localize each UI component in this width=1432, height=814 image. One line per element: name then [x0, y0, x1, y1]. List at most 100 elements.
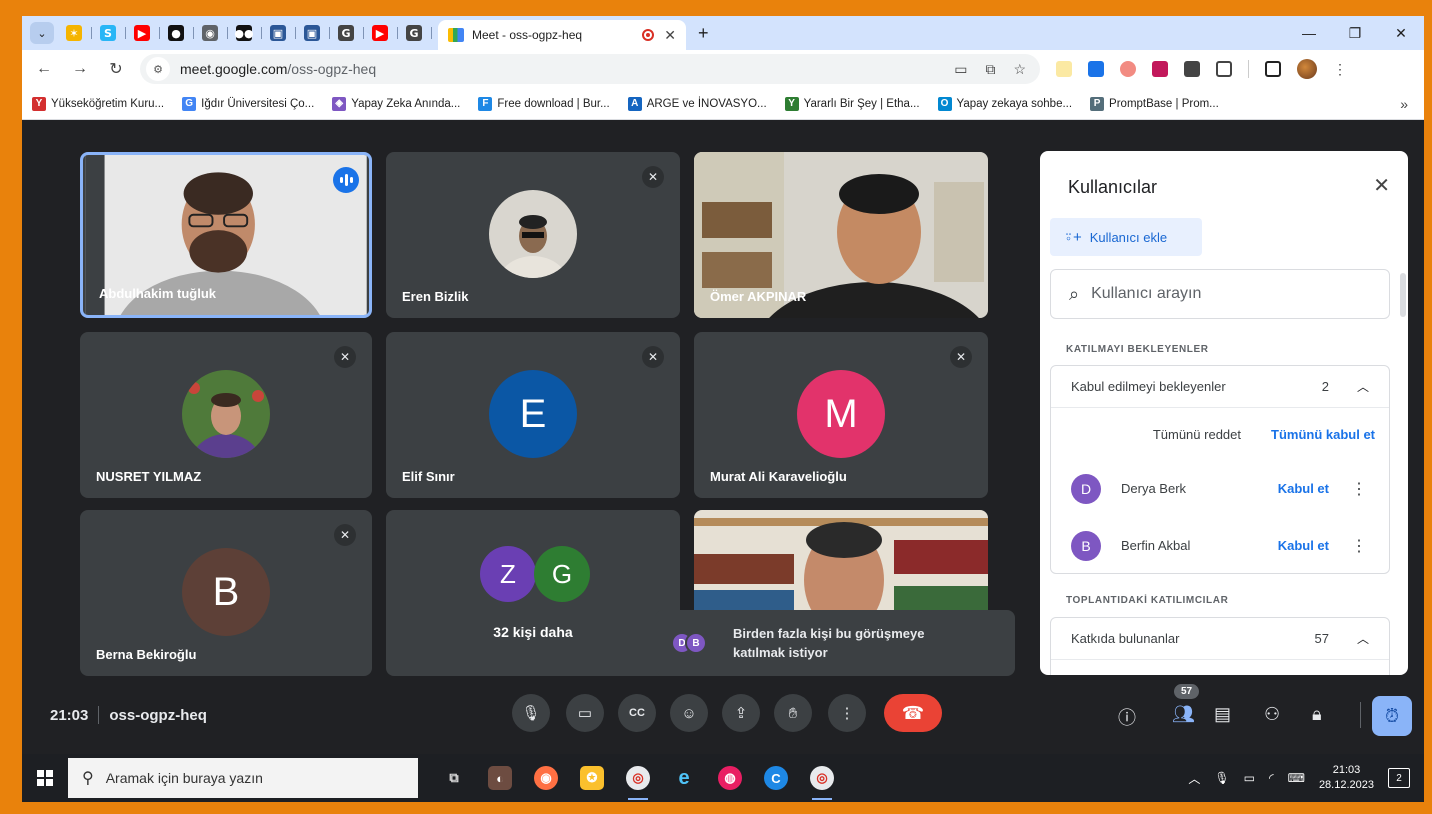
pinned-tab[interactable]: ▣ — [298, 22, 330, 44]
chrome-profile-icon[interactable]: ◎ — [810, 766, 834, 800]
forward-icon[interactable]: → — [66, 60, 94, 78]
canva-icon[interactable]: C — [764, 766, 788, 790]
pinned-tab[interactable]: ✶ — [60, 22, 92, 44]
present-screen-button[interactable]: ⇪ — [722, 694, 760, 732]
browser-menu-icon[interactable]: ⋮ — [1333, 61, 1347, 77]
back-icon[interactable]: ← — [30, 60, 58, 78]
battery-icon[interactable]: ▭ — [1244, 771, 1255, 785]
chrome-icon[interactable]: ◎ — [626, 766, 650, 800]
participant-tile[interactable]: ✕ NUSRET YILMAZ — [80, 332, 372, 498]
medal-icon[interactable]: ✪ — [580, 766, 604, 790]
close-window-button[interactable]: ✕ — [1378, 25, 1424, 42]
more-participants-tile[interactable]: Z G 32 kişi daha — [386, 510, 680, 676]
edge-icon[interactable]: e — [672, 766, 696, 790]
participant-tile[interactable]: M ✕ Murat Ali Karavelioğlu — [694, 332, 988, 498]
admit-button[interactable]: Kabul et — [1278, 481, 1329, 496]
bookmark-item[interactable]: Y Yükseköğretim Kuru... — [32, 96, 164, 111]
accept-all-button[interactable]: Tümünü kabul et — [1271, 427, 1375, 442]
more-options-icon[interactable]: ⋮ — [1351, 536, 1367, 556]
taskbar-search-input[interactable]: ⚲ Aramak için buraya yazın — [68, 758, 418, 798]
pinned-tab[interactable]: G — [332, 22, 364, 44]
microphone-tray-icon[interactable]: 🎙︎ — [1214, 771, 1229, 785]
participant-tile[interactable]: Ömer AKPINAR — [694, 152, 988, 318]
bookmark-item[interactable]: A ARGE ve İNOVASYO... — [627, 96, 767, 111]
firefox-icon[interactable]: ◉ — [534, 766, 558, 790]
pinned-tab[interactable]: S — [94, 22, 126, 44]
wifi-icon[interactable]: ◜ — [1269, 771, 1274, 785]
puzzle-icon[interactable] — [1216, 61, 1232, 77]
new-tab-button[interactable]: + — [698, 23, 709, 44]
app-avatar-icon[interactable]: ◐ — [488, 766, 512, 790]
keyboard-icon[interactable]: ⌨ — [1288, 771, 1305, 785]
bookmark-item[interactable]: ◈ Yapay Zeka Anında... — [332, 96, 460, 111]
open-in-new-icon[interactable]: ⧉ — [985, 61, 995, 78]
screen-extension-icon[interactable] — [1088, 61, 1104, 77]
participant-tile[interactable]: ✕ Eren Bizlik — [386, 152, 680, 318]
yellow-star-icon: ✶ — [66, 25, 82, 41]
pinned-tab[interactable]: ●● — [230, 22, 262, 44]
people-search-input[interactable]: ⌕ Kullanıcı arayın — [1050, 269, 1390, 319]
chat-icon[interactable]: ▤ — [1214, 704, 1231, 725]
chevron-up-icon[interactable]: ︿ — [1357, 630, 1369, 647]
bookmark-item[interactable]: G Iğdır Üniversitesi Ço... — [182, 96, 314, 111]
leave-call-button[interactable]: ☎︎ — [884, 694, 942, 732]
join-request-toast[interactable]: D B Birden fazla kişi bu görüşmeye katıl… — [655, 610, 1015, 676]
tab-search-button[interactable]: ⌄ — [30, 22, 54, 44]
add-people-button[interactable]: ⍤+ Kullanıcı ekle — [1050, 218, 1202, 256]
taskbar-clock[interactable]: 21:03 28.12.2023 — [1319, 763, 1374, 793]
flower-extension-icon[interactable] — [1120, 61, 1136, 77]
address-bar[interactable]: ⚙ meet.google.com/oss-ogpz-heq ▭ ⧉ ☆ — [140, 54, 1040, 84]
camera-indicator-icon[interactable]: ▭ — [954, 61, 967, 78]
pinned-tab[interactable]: ▶ — [128, 22, 160, 44]
contributors-group-header[interactable]: Katkıda bulunanlar 57 ︿ — [1051, 618, 1389, 660]
alarm-extension-icon[interactable]: ⏰︎ — [1372, 696, 1412, 736]
captions-button[interactable]: CC — [618, 694, 656, 732]
bookmarks-more-button[interactable]: » — [1400, 96, 1408, 112]
pinned-tab[interactable]: ▶ — [366, 22, 398, 44]
bookmark-item[interactable]: O Yapay zekaya sohbe... — [937, 96, 1072, 111]
more-options-button[interactable]: ⋮ — [828, 694, 866, 732]
tab-close-icon[interactable]: ✕ — [664, 27, 676, 44]
waiting-group-header[interactable]: Kabul edilmeyi bekleyenler 2 ︿ — [1051, 366, 1389, 408]
site-info-icon[interactable]: ⚙ — [146, 57, 170, 81]
participant-tile[interactable]: Abdulhakim tuğluk — [80, 152, 372, 318]
close-panel-icon[interactable]: ✕ — [1373, 173, 1390, 198]
panel-scrollbar[interactable] — [1400, 273, 1406, 317]
reload-icon[interactable]: ↻ — [102, 59, 130, 79]
profile-avatar[interactable] — [1297, 59, 1317, 79]
bookmark-item[interactable]: P PromptBase | Prom... — [1090, 96, 1219, 111]
bars-extension-icon[interactable] — [1152, 61, 1168, 77]
microphone-button[interactable]: 🎙︎ — [512, 694, 550, 732]
app-circle-icon[interactable]: ◍ — [718, 766, 742, 790]
pinned-tab[interactable]: ● — [162, 22, 194, 44]
restore-button[interactable]: ❐ — [1332, 25, 1378, 42]
raise-hand-button[interactable]: ✋︎ — [774, 694, 812, 732]
task-view-icon[interactable]: ⧉ — [442, 766, 466, 790]
activities-icon[interactable]: ⚇ — [1264, 704, 1280, 725]
admit-button[interactable]: Kabul et — [1278, 538, 1329, 553]
host-controls-icon[interactable]: 🔒︎ — [1312, 704, 1322, 725]
participant-tile[interactable]: B ✕ Berna Bekiroğlu — [80, 510, 372, 676]
emoji-button[interactable]: ☺ — [670, 694, 708, 732]
pinned-tab[interactable]: ◉ — [196, 22, 228, 44]
tab-meet[interactable]: Meet - oss-ogpz-heq ✕ — [438, 20, 686, 50]
bookmark-star-icon[interactable]: ☆ — [1013, 61, 1026, 78]
meeting-details-icon[interactable]: ⓘ — [1118, 704, 1136, 730]
minimize-button[interactable]: — — [1286, 25, 1332, 41]
bookmark-item[interactable]: Y Yararlı Bir Şey | Etha... — [784, 96, 920, 111]
s-extension-icon[interactable] — [1184, 61, 1200, 77]
notifications-icon[interactable]: 2 — [1388, 768, 1410, 788]
chevron-up-icon[interactable]: ︿ — [1357, 378, 1369, 395]
bookmark-item[interactable]: F Free download | Bur... — [478, 96, 610, 111]
side-panel-icon[interactable] — [1265, 61, 1281, 77]
deny-all-button[interactable]: Tümünü reddet — [1153, 427, 1241, 442]
people-icon[interactable]: 👥︎ — [1172, 704, 1195, 725]
pinned-tab[interactable]: G — [400, 22, 432, 44]
pinned-tab[interactable]: ▣ — [264, 22, 296, 44]
participant-tile[interactable]: E ✕ Elif Sınır — [386, 332, 680, 498]
tray-expand-icon[interactable]: ︿ — [1188, 770, 1200, 787]
notes-extension-icon[interactable] — [1056, 61, 1072, 77]
start-button[interactable] — [22, 770, 68, 786]
more-options-icon[interactable]: ⋮ — [1351, 479, 1367, 499]
camera-button[interactable]: ▭ — [566, 694, 604, 732]
